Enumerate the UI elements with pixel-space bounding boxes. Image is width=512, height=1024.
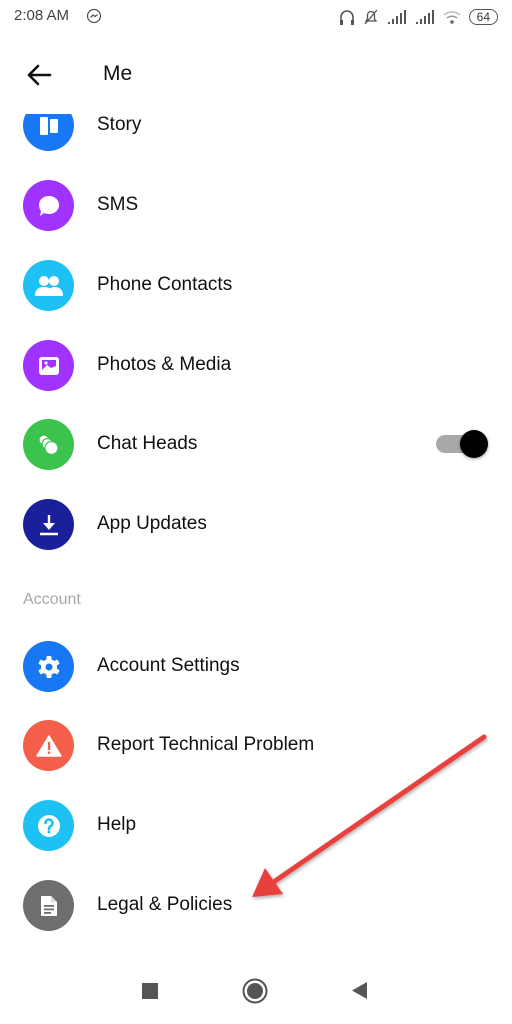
menu-item-label: Phone Contacts — [97, 274, 233, 295]
home-circle-icon[interactable] — [242, 978, 268, 1004]
messenger-icon — [86, 8, 102, 24]
battery-indicator: 64 — [468, 9, 498, 25]
menu-item-label: Help — [97, 814, 137, 835]
back-arrow-icon[interactable] — [24, 60, 54, 90]
status-icons: 64 — [339, 6, 498, 28]
wifi-icon — [443, 11, 461, 24]
image-icon — [23, 340, 74, 391]
system-nav-bar — [0, 960, 512, 1020]
menu-item-account-settings[interactable]: Account Settings — [0, 631, 512, 701]
warning-icon — [23, 720, 74, 771]
menu-item-label: Report Technical Problem — [97, 734, 315, 755]
headphones-icon — [339, 10, 354, 25]
page-title: Me — [103, 62, 133, 85]
menu-item-photos-media[interactable]: Photos & Media — [0, 330, 512, 400]
menu-item-help[interactable]: Help — [0, 790, 512, 860]
menu-item-label: Legal & Policies — [97, 894, 233, 915]
menu-item-label: Story — [97, 114, 142, 135]
chat-bubble-icon — [23, 180, 74, 231]
menu-item-label: SMS — [97, 194, 139, 215]
menu-item-label: App Updates — [97, 513, 207, 534]
recents-square-icon[interactable] — [137, 978, 163, 1004]
toggle-knob — [460, 430, 488, 458]
chat-heads-toggle[interactable] — [436, 428, 490, 460]
back-triangle-icon[interactable] — [347, 978, 373, 1004]
menu-item-label: Chat Heads — [97, 433, 198, 454]
chat-heads-icon — [23, 419, 74, 470]
menu-item-report-problem[interactable]: Report Technical Problem — [0, 710, 512, 780]
people-icon — [23, 260, 74, 311]
menu-item-app-updates[interactable]: App Updates — [0, 489, 512, 559]
menu-item-sms[interactable]: SMS — [0, 170, 512, 240]
status-bar: 2:08 AM 64 — [0, 0, 512, 34]
document-icon — [23, 880, 74, 931]
download-icon — [23, 499, 74, 550]
help-icon — [23, 800, 74, 851]
menu-item-label: Photos & Media — [97, 354, 232, 375]
section-header-account: Account — [23, 591, 81, 608]
bell-muted-icon — [364, 9, 378, 25]
menu-item-phone-contacts[interactable]: Phone Contacts — [0, 250, 512, 320]
status-time: 2:08 AM — [14, 7, 70, 24]
menu-item-label: Account Settings — [97, 655, 240, 676]
gear-icon — [23, 641, 74, 692]
scroll-clip — [0, 98, 512, 114]
signal-icon — [415, 10, 434, 24]
signal-icon — [387, 10, 406, 24]
menu-item-legal-policies[interactable]: Legal & Policies — [0, 870, 512, 940]
